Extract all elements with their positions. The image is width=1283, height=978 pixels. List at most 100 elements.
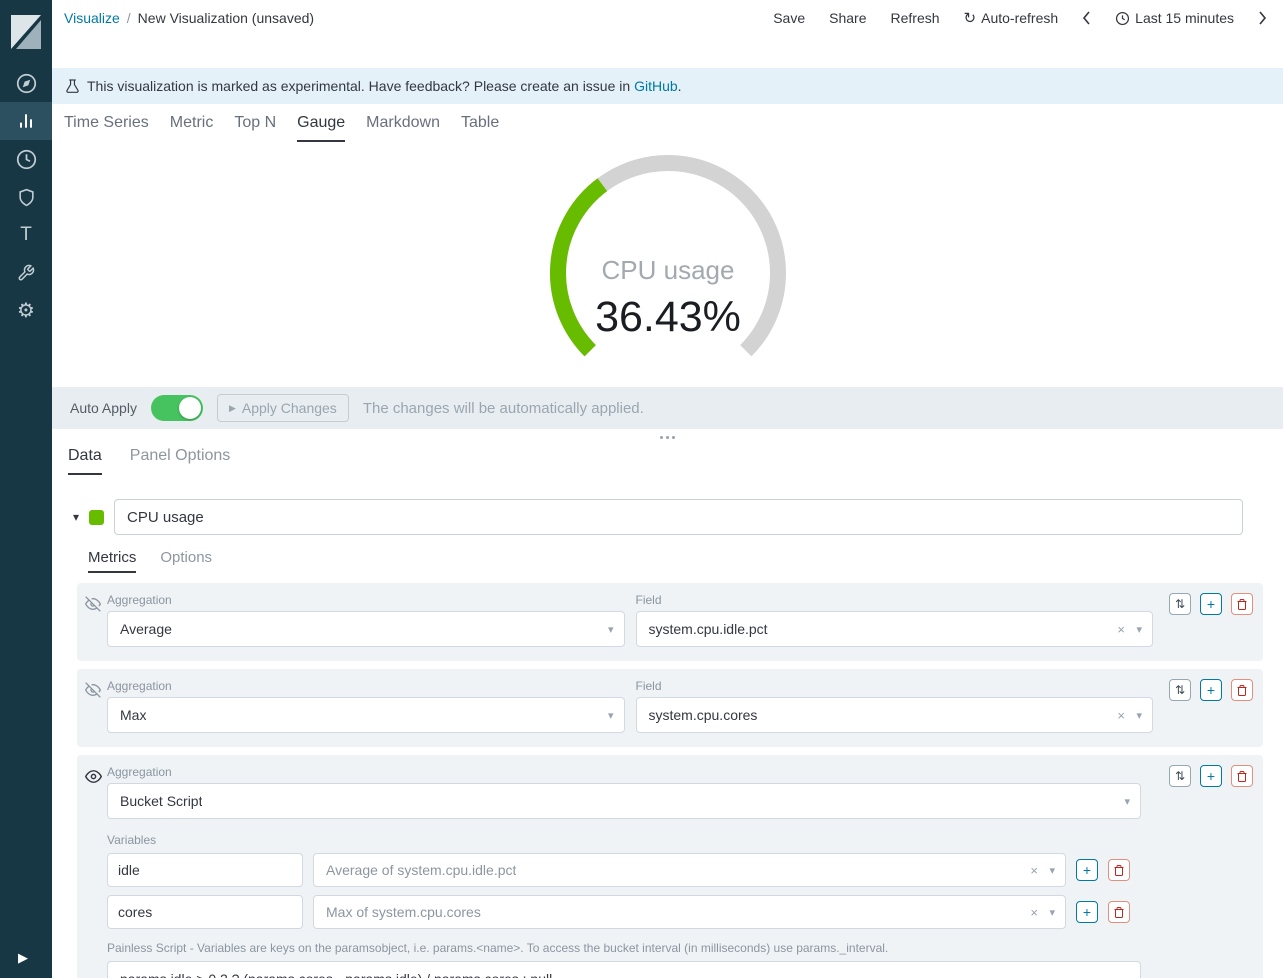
tab-gauge[interactable]: Gauge	[297, 114, 345, 142]
kibana-logo[interactable]	[0, 0, 52, 64]
sidebar-item-management[interactable]: ⚙	[0, 292, 52, 330]
delete-metric-button[interactable]	[1231, 593, 1253, 615]
clear-icon[interactable]: ×	[1117, 708, 1125, 723]
apply-changes-button[interactable]: ▶ Apply Changes	[217, 394, 349, 422]
clock-icon	[16, 149, 37, 170]
github-link[interactable]: GitHub	[634, 78, 678, 94]
variable-value-select[interactable]: Max of system.cpu.cores × ▾	[313, 895, 1066, 929]
reorder-metric-button[interactable]: ⇅	[1169, 593, 1191, 615]
add-metric-button[interactable]: +	[1200, 679, 1222, 701]
add-variable-button[interactable]: +	[1076, 901, 1098, 923]
sidebar-collapse-button[interactable]: ▶	[0, 938, 52, 978]
variable-name-input[interactable]	[107, 853, 303, 887]
clear-icon[interactable]: ×	[1030, 863, 1038, 878]
breadcrumb-separator: /	[127, 10, 131, 26]
time-range-label: Last 15 minutes	[1135, 10, 1234, 26]
trash-icon	[1236, 684, 1248, 697]
auto-refresh-icon: ↻	[964, 11, 977, 26]
sidebar-item-discover[interactable]	[0, 64, 52, 102]
tab-options[interactable]: Options	[160, 549, 212, 573]
gauge-visualization: CPU usage 36.43%	[52, 142, 1283, 387]
gauge-chart: CPU usage 36.43%	[523, 149, 813, 387]
tab-top-n[interactable]: Top N	[234, 114, 276, 142]
add-metric-button[interactable]: +	[1200, 593, 1222, 615]
trash-icon	[1113, 864, 1125, 877]
sidebar-item-timelion[interactable]	[0, 140, 52, 178]
metric-row: Aggregation Bucket Script ▾ ⇅ + Variable…	[77, 755, 1263, 978]
series-row: ▾	[73, 499, 1243, 535]
collapse-series-icon[interactable]: ▾	[73, 510, 79, 524]
aggregation-select[interactable]: Average ▾	[107, 611, 625, 647]
tab-metrics[interactable]: Metrics	[88, 549, 136, 573]
delete-variable-button[interactable]	[1108, 901, 1130, 923]
series-editor: Data Panel Options ▾ Metrics Options Agg…	[52, 431, 1283, 978]
delete-variable-button[interactable]	[1108, 859, 1130, 881]
auto-apply-label: Auto Apply	[70, 400, 137, 416]
tab-table[interactable]: Table	[461, 114, 499, 142]
caret-down-icon: ▾	[608, 709, 614, 722]
eye-slash-icon[interactable]	[85, 682, 101, 703]
delete-metric-button[interactable]	[1231, 765, 1253, 787]
time-forward-button[interactable]	[1258, 10, 1267, 26]
field-select[interactable]: system.cpu.cores × ▾	[636, 697, 1154, 733]
editor-tabs: Data Panel Options	[68, 447, 1283, 475]
variable-name-input[interactable]	[107, 895, 303, 929]
field-label: Field	[636, 679, 1154, 693]
toggle-knob	[179, 397, 201, 419]
banner-text: This visualization is marked as experime…	[87, 78, 682, 94]
flask-icon	[66, 79, 79, 94]
apply-changes-label: Apply Changes	[242, 400, 337, 416]
auto-apply-toggle[interactable]	[151, 395, 203, 421]
aggregation-select[interactable]: Max ▾	[107, 697, 625, 733]
eye-icon[interactable]	[85, 768, 102, 790]
field-label: Field	[636, 593, 1154, 607]
global-nav: T ⚙ ▶	[0, 0, 52, 978]
aggregation-label: Aggregation	[107, 765, 1141, 779]
trash-icon	[1113, 906, 1125, 919]
resize-handle[interactable]	[52, 431, 1283, 443]
tab-panel-options[interactable]: Panel Options	[130, 447, 231, 475]
series-color-swatch[interactable]	[89, 510, 104, 525]
series-tabs: Metrics Options	[88, 549, 1283, 573]
caret-down-icon: ▾	[1124, 795, 1130, 808]
variable-value-select[interactable]: Average of system.cpu.idle.pct × ▾	[313, 853, 1066, 887]
variable-row: Max of system.cpu.cores × ▾ +	[107, 895, 1253, 929]
aggregation-select[interactable]: Bucket Script ▾	[107, 783, 1141, 819]
field-select[interactable]: system.cpu.idle.pct × ▾	[636, 611, 1154, 647]
header-actions: Save Share Refresh ↻ Auto-refresh Last 1…	[773, 10, 1267, 26]
sidebar-item-typography[interactable]: T	[0, 216, 52, 254]
time-back-button[interactable]	[1082, 10, 1091, 26]
sidebar-item-devtools[interactable]	[0, 254, 52, 292]
share-button[interactable]: Share	[829, 10, 866, 26]
painless-script-input[interactable]	[107, 961, 1141, 978]
time-range-button[interactable]: Last 15 minutes	[1115, 10, 1234, 26]
play-icon: ▶	[18, 950, 28, 966]
delete-metric-button[interactable]	[1231, 679, 1253, 701]
tab-time-series[interactable]: Time Series	[64, 114, 149, 142]
gear-icon: ⚙	[17, 301, 35, 321]
clear-icon[interactable]: ×	[1030, 905, 1038, 920]
caret-down-icon: ▾	[1049, 906, 1055, 919]
sidebar-item-security[interactable]	[0, 178, 52, 216]
eye-slash-icon[interactable]	[85, 596, 101, 617]
trash-icon	[1236, 598, 1248, 611]
tab-data[interactable]: Data	[68, 447, 102, 475]
bar-chart-icon	[16, 111, 36, 131]
chevron-right-icon	[1258, 10, 1267, 26]
compass-icon	[16, 73, 37, 94]
add-variable-button[interactable]: +	[1076, 859, 1098, 881]
letter-t-icon: T	[20, 224, 32, 246]
reorder-metric-button[interactable]: ⇅	[1169, 765, 1191, 787]
tab-metric[interactable]: Metric	[170, 114, 214, 142]
series-label-input[interactable]	[114, 499, 1243, 535]
refresh-button[interactable]: Refresh	[891, 10, 940, 26]
tab-markdown[interactable]: Markdown	[366, 114, 440, 142]
auto-refresh-button[interactable]: ↻ Auto-refresh	[964, 10, 1059, 26]
clear-icon[interactable]: ×	[1117, 622, 1125, 637]
save-button[interactable]: Save	[773, 10, 805, 26]
sidebar-item-visualize[interactable]	[0, 102, 52, 140]
breadcrumb-visualize-link[interactable]: Visualize	[64, 10, 120, 26]
add-metric-button[interactable]: +	[1200, 765, 1222, 787]
reorder-metric-button[interactable]: ⇅	[1169, 679, 1191, 701]
wrench-icon	[17, 264, 35, 282]
